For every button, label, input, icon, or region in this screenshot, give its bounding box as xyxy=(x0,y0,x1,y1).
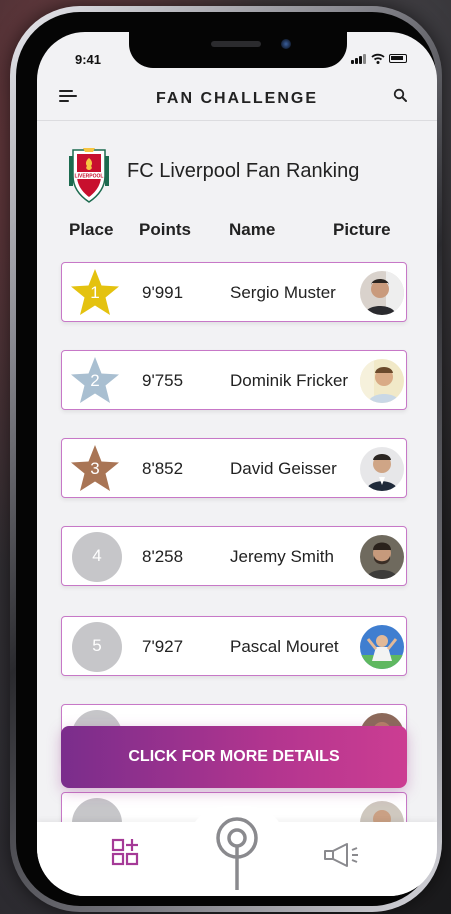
megaphone-icon[interactable] xyxy=(323,842,363,868)
col-header-points: Points xyxy=(139,220,191,239)
ranking-row[interactable]: 3 8'852 David Geisser xyxy=(61,438,407,498)
place-circle-icon: 5 xyxy=(72,622,122,672)
app-title: FAN CHALLENGE xyxy=(156,90,318,107)
place-circle-icon: 4 xyxy=(72,532,122,582)
signal-icon xyxy=(351,60,354,64)
col-header-name: Name xyxy=(229,220,276,239)
points-value: 8'852 xyxy=(142,459,184,478)
avatar xyxy=(360,359,404,403)
ranking-row[interactable]: 1 9'991 Sergio Muster xyxy=(61,262,407,322)
ranking-title: FC Liverpool Fan Ranking xyxy=(127,160,360,182)
camera-icon xyxy=(281,39,291,49)
fan-name: Jeremy Smith xyxy=(230,547,334,566)
search-icon[interactable] xyxy=(393,88,407,102)
ranking-row[interactable]: 4 8'258 Jeremy Smith xyxy=(61,526,407,586)
ranking-row[interactable]: 2 9'755 Dominik Fricker xyxy=(61,350,407,410)
place-number: 1 xyxy=(90,283,100,302)
battery-icon xyxy=(389,54,407,63)
ranking-row[interactable]: 5 7'927 Pascal Mouret xyxy=(61,616,407,676)
place-number: 4 xyxy=(92,546,102,565)
liverpool-crest-logo: LIVERPOOL xyxy=(69,148,109,203)
fan-name: Sergio Muster xyxy=(230,283,336,302)
points-value: 9'991 xyxy=(142,283,184,302)
tab-bar xyxy=(37,806,437,896)
place-number: 5 xyxy=(92,636,102,655)
status-time: 9:41 xyxy=(75,52,102,67)
grid-add-icon[interactable] xyxy=(111,838,139,866)
avatar xyxy=(360,535,404,579)
avatar xyxy=(360,447,404,491)
more-details-button[interactable]: CLICK FOR MORE DETAILS xyxy=(61,726,407,788)
place-number: 3 xyxy=(90,459,100,478)
fan-name: Pascal Mouret xyxy=(230,637,339,656)
fan-name: Dominik Fricker xyxy=(230,371,349,390)
col-header-picture: Picture xyxy=(333,220,391,239)
points-value: 7'927 xyxy=(142,637,184,656)
crest-text: LIVERPOOL xyxy=(75,174,104,180)
col-header-place: Place xyxy=(69,220,114,239)
fan-name: David Geisser xyxy=(230,459,337,478)
notch xyxy=(129,32,347,68)
points-value: 8'258 xyxy=(142,547,184,566)
avatar xyxy=(360,625,404,669)
header-divider xyxy=(37,120,437,121)
avatar xyxy=(360,271,404,315)
radio-tower-icon[interactable] xyxy=(213,816,261,890)
status-icons xyxy=(351,52,411,66)
wifi-icon xyxy=(371,53,385,64)
place-number: 2 xyxy=(90,371,100,390)
app-screen: 9:41 FAN CHALLENGE LIVERPOOL FC Liverpoo… xyxy=(37,32,437,896)
points-value: 9'755 xyxy=(142,371,184,390)
